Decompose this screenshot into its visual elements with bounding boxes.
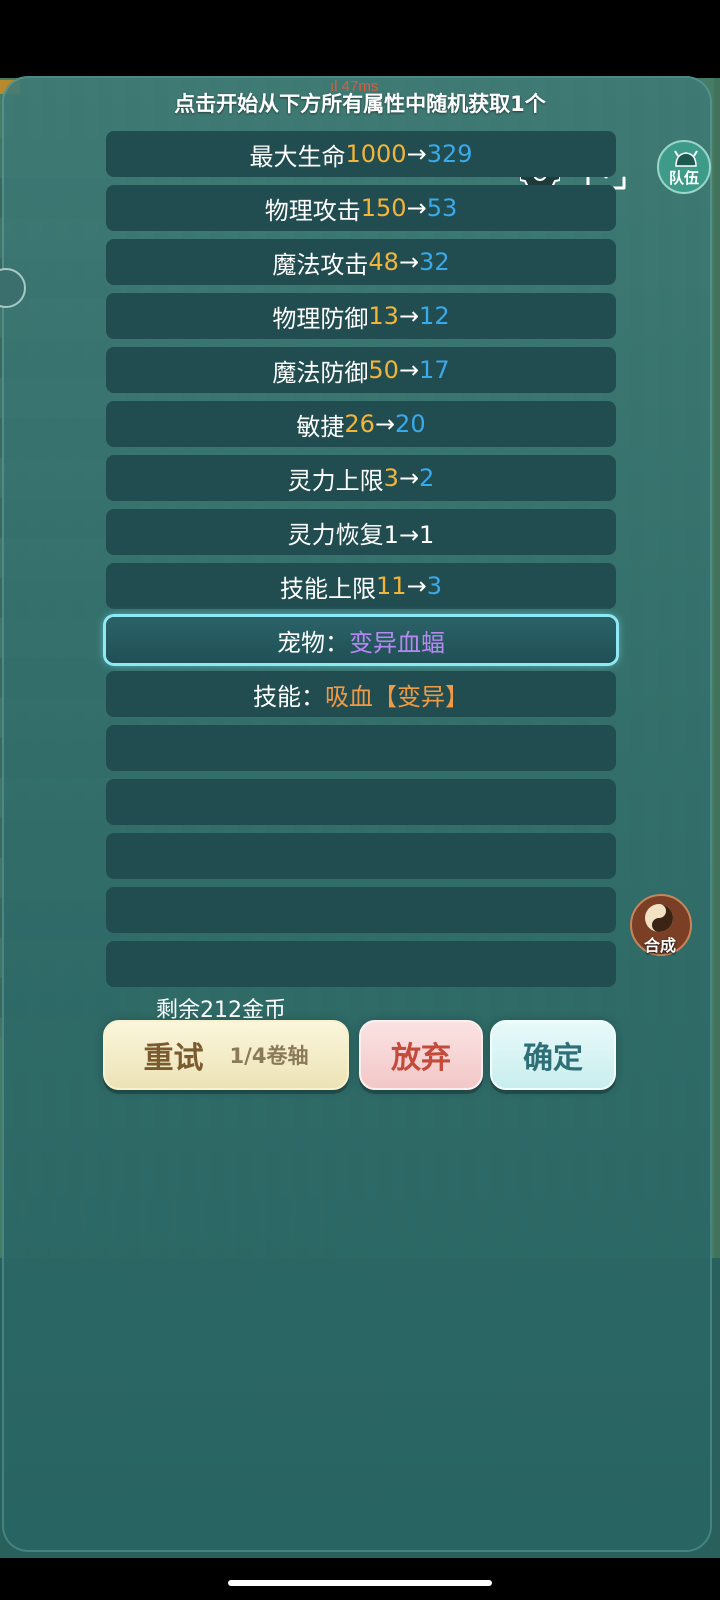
attribute-old-value: 150 xyxy=(360,194,407,222)
attribute-new-value: 2 xyxy=(419,464,435,492)
attribute-name: 敏捷 xyxy=(296,412,345,441)
skill-value: 吸血【变异】 xyxy=(325,682,469,711)
retry-button[interactable]: 重试 1/4卷轴 xyxy=(103,1020,349,1090)
arrow: → xyxy=(406,140,427,168)
attribute-new-value: 3 xyxy=(426,572,442,600)
attribute-old-value: 50 xyxy=(368,356,399,384)
attribute-old-value: 13 xyxy=(368,302,399,330)
pet-value: 变异血蝠 xyxy=(349,628,445,657)
ping-indicator: ıl 47ms xyxy=(330,78,379,95)
craft-label: 合成 xyxy=(643,936,676,955)
attribute-name: 灵力上限 xyxy=(287,466,384,495)
confirm-button[interactable]: 确定 xyxy=(490,1020,616,1090)
arrow: → xyxy=(398,356,420,384)
arrow: → xyxy=(406,194,427,222)
attribute-new-value: 329 xyxy=(426,140,473,168)
attribute-row[interactable]: 技能上限 11 → 3 xyxy=(106,563,616,609)
retry-label: 重试 xyxy=(143,1041,204,1076)
attribute-name: 最大生命 xyxy=(249,142,346,171)
arrow: → xyxy=(398,248,420,276)
attribute-row[interactable]: 物理防御 13 → 12 xyxy=(106,293,616,339)
arrow: → xyxy=(374,410,396,438)
attribute-old-value: 26 xyxy=(344,410,375,438)
empty-row xyxy=(106,779,616,825)
attribute-old-value: 48 xyxy=(368,248,399,276)
attribute-new-value: 12 xyxy=(419,302,450,330)
attribute-row[interactable]: 最大生命 1000 → 329 xyxy=(106,131,616,177)
attribute-row[interactable]: 灵力上限 3 → 2 xyxy=(106,455,616,501)
attribute-new-value: 20 xyxy=(395,410,426,438)
attribute-name: 技能上限 xyxy=(280,574,377,603)
empty-row xyxy=(106,725,616,771)
arrow: → xyxy=(398,464,420,492)
attribute-new-value: 53 xyxy=(426,194,458,222)
team-label: 队伍 xyxy=(668,169,699,187)
attribute-row[interactable]: 魔法攻击 48 → 32 xyxy=(106,239,616,285)
attribute-name: 魔法防御 xyxy=(272,358,369,387)
empty-row xyxy=(106,887,616,933)
quit-button[interactable]: 放弃 xyxy=(359,1020,483,1090)
attribute-row[interactable]: 敏捷 26 → 20 xyxy=(106,401,616,447)
attribute-new-value: 17 xyxy=(419,356,450,384)
attribute-old-value: 3 xyxy=(383,464,399,492)
attribute-row[interactable]: 灵力恢复1→1 xyxy=(106,509,616,555)
attribute-name: 灵力恢复1→1 xyxy=(287,520,435,549)
team-button[interactable]: 队伍 xyxy=(657,140,711,194)
empty-row xyxy=(106,941,616,987)
home-indicator[interactable] xyxy=(228,1580,492,1586)
retry-scroll-count: 1/4卷轴 xyxy=(229,1044,309,1068)
attribute-name: 魔法攻击 xyxy=(272,250,369,279)
attribute-row[interactable]: 物理攻击 150 → 53 xyxy=(106,185,616,231)
attribute-old-value: 1000 xyxy=(345,140,407,168)
skill-row[interactable]: 技能： 吸血【变异】 xyxy=(106,671,616,717)
attribute-row[interactable]: 魔法防御 50 → 17 xyxy=(106,347,616,393)
pet-label: 宠物： xyxy=(277,628,349,657)
attribute-list: 最大生命 1000 → 329 物理攻击 150 → 53 魔法攻击 48 → 32 物理防御 13… xyxy=(106,131,616,995)
empty-row xyxy=(106,833,616,879)
arrow: → xyxy=(406,572,427,600)
game-screen: 点击开始从下方所有属性中随机获取1个 ıl 47ms 队伍 最大生命 1000 → 3… xyxy=(0,0,720,1600)
attribute-name: 物理防御 xyxy=(272,304,369,333)
team-helmet-icon xyxy=(674,150,698,167)
attribute-new-value: 32 xyxy=(419,248,450,276)
attribute-old-value: 11 xyxy=(376,572,407,600)
pet-row-selected[interactable]: 宠物： 变异血蝠 xyxy=(106,617,616,663)
attribute-name: 物理攻击 xyxy=(264,196,361,225)
arrow: → xyxy=(398,302,420,330)
skill-label: 技能： xyxy=(253,682,325,711)
